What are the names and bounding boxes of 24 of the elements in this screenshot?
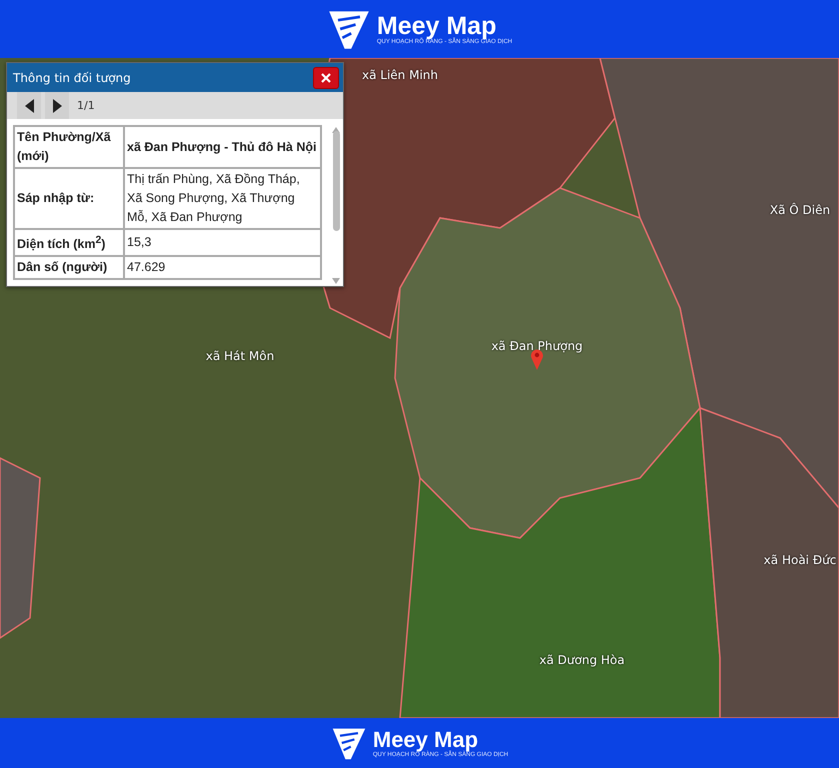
popup-title: Thông tin đối tượng [13, 70, 131, 84]
attribute-value: 15,3 [124, 229, 321, 256]
page-counter: 1/1 [77, 99, 95, 112]
attribute-label: Dân số (người) [14, 256, 124, 280]
next-button[interactable] [45, 92, 69, 119]
attribute-value: Thị trấn Phùng, Xã Đồng Tháp, Xã Song Phượng, Xã Thượng Mỗ, Xã Đan Phượng [124, 168, 321, 229]
attribute-label: Sáp nhập từ: [14, 168, 124, 229]
attribute-value: xã Đan Phượng - Thủ đô Hà Nội [124, 126, 321, 168]
map-place-label: xã Hoài Đức [764, 553, 836, 567]
map-place-label: xã Dương Hòa [539, 653, 625, 667]
close-icon [321, 72, 331, 82]
attribute-value: 47.629 [124, 256, 321, 280]
close-button[interactable] [313, 66, 339, 88]
map-place-label: xã Đan Phượng [491, 339, 583, 353]
map-place-label: xã Hát Môn [206, 349, 274, 363]
brand-name: Meey Map [376, 12, 498, 40]
attribute-label: Diện tích (km$^{2}$) [14, 229, 124, 256]
left-triangle-icon [24, 98, 34, 112]
right-triangle-icon [52, 98, 62, 112]
attribute-label: Tên Phường/Xã (mới) [14, 126, 124, 168]
previous-button[interactable] [17, 92, 41, 119]
map-place-label: Xã Ô Diên [770, 203, 830, 217]
brand-name: Meey Map [372, 728, 478, 752]
map-place-label: xã Liên Minh [362, 68, 438, 82]
